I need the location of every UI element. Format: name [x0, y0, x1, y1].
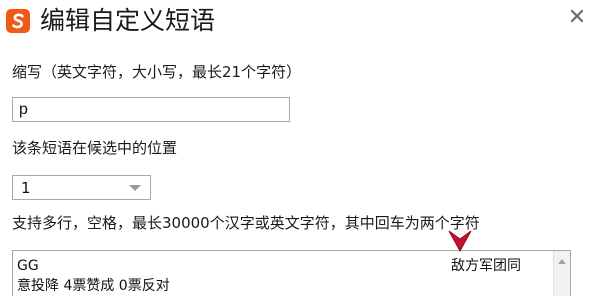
edit-phrase-dialog: 编辑自定义短语 缩写（英文字符，大小写，最长21个字符） p 该条短语在候选中的…: [0, 0, 600, 296]
position-selected-value: 1: [21, 179, 31, 197]
sogou-logo-icon: [6, 9, 30, 33]
close-button[interactable]: [566, 5, 588, 27]
abbreviation-label: 缩写（英文字符，大小写，最长21个字符）: [12, 63, 302, 81]
content-line: GG: [17, 258, 39, 274]
scroll-up-icon[interactable]: [558, 259, 566, 264]
dialog-title: 编辑自定义短语: [40, 6, 216, 35]
abbreviation-input[interactable]: p: [12, 97, 290, 122]
phrase-content-textarea[interactable]: GG 意投降 4票赞成 0票反对 敌方军团同: [12, 250, 571, 296]
close-icon: [570, 9, 584, 23]
position-select[interactable]: 1: [12, 175, 151, 200]
red-arrow-icon: [448, 230, 472, 253]
chevron-down-icon: [129, 185, 141, 191]
vertical-scrollbar[interactable]: [553, 251, 570, 296]
position-label: 该条短语在候选中的位置: [12, 139, 178, 157]
content-line: 意投降 4票赞成 0票反对: [17, 278, 170, 294]
content-line: 敌方军团同: [451, 258, 521, 274]
content-label: 支持多行，空格，最长30000个汉字或英文字符，其中回车为两个字符: [12, 214, 480, 232]
